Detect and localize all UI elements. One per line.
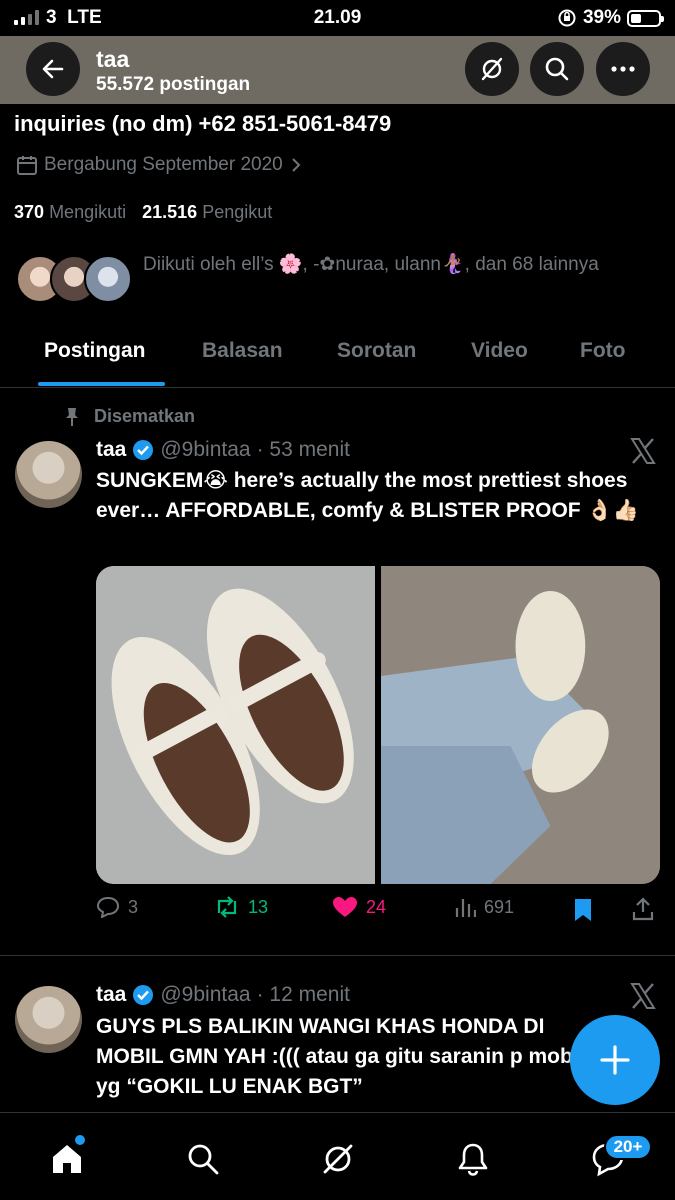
followers-link[interactable]: 21.516 Pengikut <box>142 202 272 223</box>
post-avatar[interactable] <box>15 441 82 508</box>
views-icon <box>455 899 476 917</box>
messages-badge: 20+ <box>604 1134 652 1160</box>
post-time: · 12 menit <box>256 983 350 1006</box>
search-icon <box>545 57 569 81</box>
followed-by-text[interactable]: Diikuti oleh ell’s 🌸, -✿nuraa, ulann🧜🏽‍♀… <box>143 250 633 279</box>
post-media[interactable] <box>96 566 660 884</box>
post-author-name[interactable]: taa <box>96 438 126 462</box>
search-button[interactable] <box>530 42 584 96</box>
post-text: GUYS PLS BALIKIN WANGI KHAS HONDA DI MOB… <box>96 1015 585 1098</box>
post-meta: taa @9bintaa · 53 menit <box>96 438 350 462</box>
nav-notifications[interactable] <box>453 1139 493 1179</box>
post-divider <box>0 955 675 956</box>
active-tab-indicator <box>38 382 165 386</box>
shoes-image <box>96 566 375 884</box>
reply-button[interactable]: 3 <box>96 896 138 918</box>
chevron-right-icon[interactable] <box>289 157 303 173</box>
nav-home[interactable] <box>47 1139 87 1179</box>
pinned-label: Disematkan <box>64 406 195 427</box>
back-button[interactable] <box>26 42 80 96</box>
post-handle[interactable]: @9bintaa <box>160 438 250 462</box>
grok-icon <box>481 57 503 81</box>
heart-filled-icon <box>333 897 357 917</box>
grok-button[interactable] <box>465 42 519 96</box>
nav-grok[interactable] <box>318 1139 358 1179</box>
bottom-navigation <box>0 1112 675 1200</box>
post-avatar[interactable] <box>15 986 82 1053</box>
post-author-name[interactable]: taa <box>96 983 126 1007</box>
like-button[interactable]: 24 <box>332 896 386 918</box>
followers-you-know-avatars[interactable] <box>16 255 132 303</box>
joined-date: Bergabung September 2020 <box>16 154 303 176</box>
battery-percent: 39% <box>582 7 621 28</box>
following-link[interactable]: 370 Mengikuti <box>14 202 126 223</box>
plus-icon <box>600 1045 630 1075</box>
bell-icon <box>458 1143 488 1176</box>
bookmark-filled-icon[interactable] <box>573 898 593 922</box>
pin-icon <box>66 407 78 426</box>
views-button[interactable]: 691 <box>454 896 514 918</box>
repost-icon <box>217 896 237 918</box>
tab-video[interactable]: Video <box>471 339 528 363</box>
tab-photo[interactable]: Foto <box>580 339 625 363</box>
tab-replies[interactable]: Balasan <box>202 339 283 363</box>
avatar <box>84 255 132 303</box>
more-icon <box>611 66 635 72</box>
verified-badge-icon <box>133 440 154 460</box>
back-arrow-icon <box>42 59 64 79</box>
calendar-icon <box>17 156 37 175</box>
nav-search[interactable] <box>183 1139 223 1179</box>
x-logo-icon[interactable] <box>629 982 657 1010</box>
status-bar: 3 LTE 21.09 39% <box>0 0 675 36</box>
post-handle[interactable]: @9bintaa <box>160 983 250 1007</box>
post-actions: 3 13 24 691 <box>96 896 660 926</box>
post-text: SUNGKEM😭 here’s actually the most pretti… <box>96 469 639 522</box>
repost-button[interactable]: 13 <box>214 896 268 918</box>
profile-tabs: Postingan Balasan Sorotan Video Foto <box>0 322 675 388</box>
reply-icon <box>96 896 120 918</box>
shoes-photo-left[interactable] <box>96 566 375 884</box>
compose-post-button[interactable] <box>570 1015 660 1105</box>
grok-icon <box>323 1144 353 1174</box>
tab-highlights[interactable]: Sorotan <box>337 339 416 363</box>
profile-header: taa 55.572 postingan <box>0 36 675 104</box>
orientation-lock-icon <box>558 9 576 27</box>
follow-stats: 370 Mengikuti 21.516 Pengikut <box>14 202 272 223</box>
shoes-photo-right[interactable] <box>381 566 660 884</box>
share-icon[interactable] <box>632 897 654 921</box>
worn-shoes-image <box>381 566 660 884</box>
verified-badge-icon <box>133 985 154 1005</box>
home-unread-dot <box>75 1135 85 1145</box>
posts-count: 55.572 postingan <box>96 74 251 95</box>
more-button[interactable] <box>596 42 650 96</box>
search-icon <box>188 1144 219 1175</box>
home-icon <box>53 1145 81 1173</box>
x-logo-icon[interactable] <box>629 437 657 465</box>
profile-bio: inquiries (no dm) +62 851-5061-8479 <box>14 111 392 136</box>
profile-name-header: taa <box>96 46 130 72</box>
battery-icon <box>627 9 664 27</box>
post-meta: taa @9bintaa · 12 menit <box>96 983 350 1007</box>
post-time: · 53 menit <box>256 438 350 461</box>
tab-posts[interactable]: Postingan <box>44 339 146 363</box>
